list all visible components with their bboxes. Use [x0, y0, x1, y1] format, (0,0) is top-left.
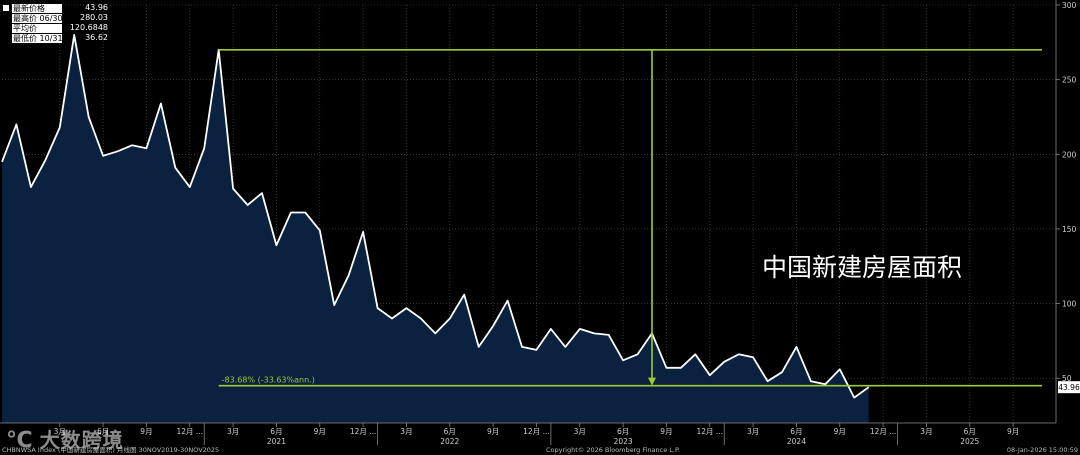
legend-label: 最新价格: [12, 3, 62, 13]
x-tick-label: 9月: [660, 427, 672, 436]
legend: 最新价格43.96最高价 06/30/20280.03平均价120.6848最低…: [2, 3, 108, 43]
legend-label: 最高价 06/30/20: [12, 13, 62, 23]
legend-swatch: [3, 35, 9, 41]
series-area: [2, 34, 869, 424]
legend-label: 平均价: [12, 23, 62, 33]
footer: CHBNWSA Index (中国新建房屋面积) 月线图 30NOV2019-3…: [0, 445, 1080, 455]
x-tick-label: 12月 ...: [870, 427, 897, 436]
x-tick-label: 6月: [964, 427, 976, 436]
y-tick-label: 250: [1062, 76, 1077, 85]
legend-row: 平均价 120.6848: [2, 23, 108, 33]
legend-row: 最高价 06/30/20 280.03: [2, 13, 108, 23]
legend-row: 最低价 10/31/25 36.62: [2, 33, 108, 43]
chart-title: 中国新建房屋面积: [762, 253, 962, 282]
y-tick-label: 200: [1062, 150, 1077, 159]
footer-timestamp: 08-Jan-2026 15:00:59: [1006, 446, 1078, 454]
x-tick-label: 12月 ...: [176, 427, 203, 436]
legend-value: 36.62: [85, 33, 108, 42]
x-axis: 3月 6月 9月 12月 ... 3月 6月 9月 12月 ... 3月 6月 9月 12月 ... 3…: [0, 422, 1056, 446]
y-axis: 5010015020025030043.96: [1055, 0, 1080, 423]
legend-swatch: [3, 25, 9, 31]
y-tick-label: 100: [1062, 300, 1077, 309]
x-tick-label: 9月: [1007, 427, 1019, 436]
legend-swatch: [3, 5, 9, 11]
y-tick-label: 300: [1062, 1, 1077, 10]
legend-value: 43.96: [85, 3, 108, 12]
x-tick-label: 3月: [400, 427, 412, 436]
x-tick-label: 12月 ...: [523, 427, 550, 436]
x-tick-label: 9月: [487, 427, 499, 436]
change-label: -83.68% (-33.63%ann.): [222, 376, 315, 385]
x-tick-label: 3月: [747, 427, 759, 436]
x-tick-label: 6月: [617, 427, 629, 436]
x-tick-label: 6月: [270, 427, 282, 436]
x-tick-label: 3月: [920, 427, 932, 436]
footer-copyright: Copyright© 2026 Bloomberg Finance L.P.: [546, 446, 680, 454]
x-tick-label: 9月: [314, 427, 326, 436]
legend-value: 280.03: [80, 13, 108, 22]
x-tick-label: 12月 ...: [350, 427, 377, 436]
footer-security: CHBNWSA Index (中国新建房屋面积) 月线图 30NOV2019-3…: [2, 446, 220, 454]
legend-row: 最新价格 43.96: [2, 3, 108, 13]
legend-label: 最低价 10/31/25: [12, 33, 62, 43]
x-tick-label: 3月: [574, 427, 586, 436]
x-tick-label: 6月: [444, 427, 456, 436]
x-tick-label: 12月 ...: [696, 427, 723, 436]
legend-value: 120.6848: [69, 23, 108, 32]
y-tick-label: 150: [1062, 225, 1077, 234]
x-tick-label: 9月: [834, 427, 846, 436]
x-tick-label: 3月: [227, 427, 239, 436]
plot-area: -83.68% (-33.63%ann.): [1, 4, 1056, 424]
last-value-label: 43.96: [1058, 383, 1080, 392]
x-tick-label: 9月: [140, 427, 152, 436]
chart: -83.68% (-33.63%ann.) 501001502002503004…: [0, 0, 1080, 446]
x-tick-label: 6月: [790, 427, 802, 436]
legend-swatch: [3, 15, 9, 21]
